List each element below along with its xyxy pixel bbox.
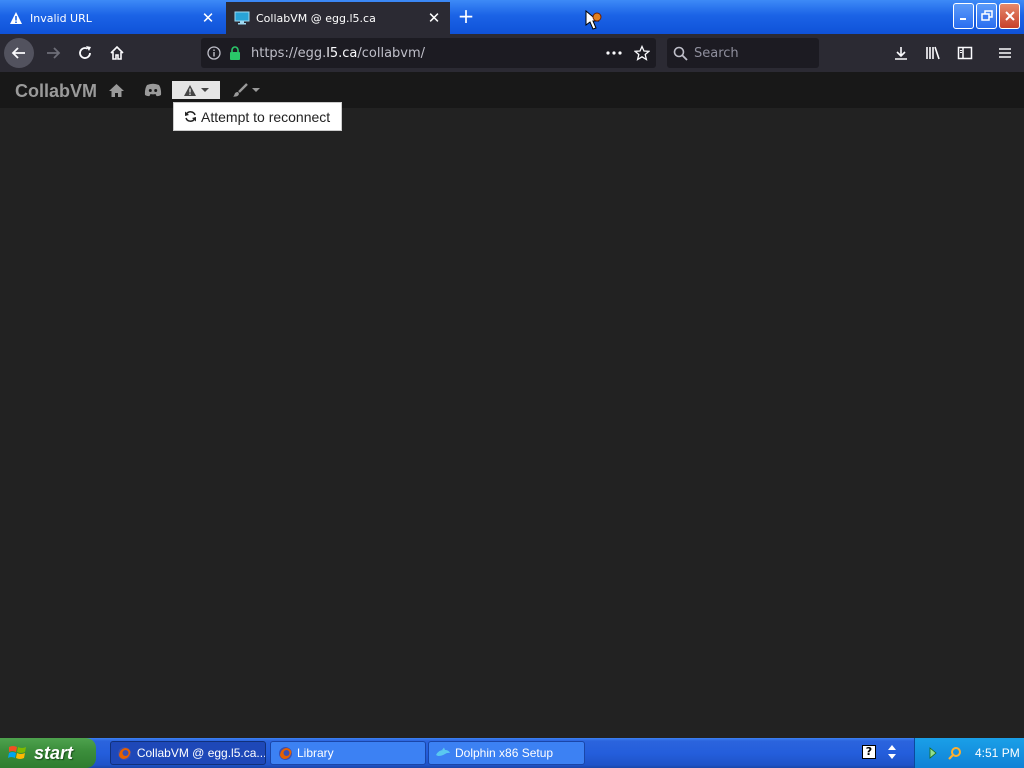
tab-collabvm[interactable]: CollabVM @ egg.l5.ca ✕ [226,2,450,34]
taskbar-item-collabvm[interactable]: CollabVM @ egg.l5.ca... [110,741,266,765]
home-icon[interactable] [107,80,125,100]
tab-invalid-url[interactable]: Invalid URL ✕ [0,2,224,34]
reconnect-menu-item[interactable]: Attempt to reconnect [173,102,342,131]
restore-button[interactable] [976,3,997,29]
url-bar[interactable]: https://egg.l5.ca/collabvm/ [201,38,656,68]
back-arrow-icon [11,47,25,59]
refresh-icon [184,110,197,123]
taskbar-item-dolphin-setup[interactable]: Dolphin x86 Setup [428,741,585,765]
firefox-icon [277,745,293,761]
close-tab-icon[interactable]: ✕ [200,10,216,26]
system-tray: 4:51 PM [914,738,1024,768]
search-icon [673,46,688,61]
search-box[interactable] [667,38,819,68]
collabvm-toolbar: CollabVM [0,72,1024,108]
close-window-button[interactable] [999,3,1020,29]
help-icon[interactable]: ? [862,745,876,759]
home-icon [110,45,124,60]
reconnect-label: Attempt to reconnect [201,108,331,125]
download-icon [895,47,907,60]
task-label: Library [297,746,334,760]
busy-cursor-icon [583,9,603,32]
hamburger-icon [999,48,1011,58]
reload-icon [79,46,91,59]
sidebar-icon [957,46,973,60]
magnifier-icon[interactable] [947,745,963,761]
task-label: Dolphin x86 Setup [455,746,554,760]
desktop: Invalid URL ✕ CollabVM @ egg.l5.ca ✕ + h… [0,0,1024,768]
url-text[interactable]: https://egg.l5.ca/collabvm/ [251,46,600,61]
search-input[interactable] [694,45,804,61]
lock-icon[interactable] [229,46,251,60]
status-dropdown-toggle[interactable] [172,81,220,99]
discord-icon[interactable] [143,80,163,100]
close-tab-icon[interactable]: ✕ [426,10,442,26]
forward-arrow-icon [47,47,61,59]
task-label: CollabVM @ egg.l5.ca... [136,746,265,760]
page-actions-icon[interactable] [600,51,628,55]
library-button[interactable] [918,38,948,68]
back-button[interactable] [4,38,34,68]
collabvm-brand[interactable]: CollabVM [15,81,97,102]
warning-icon [184,84,196,96]
downloads-button[interactable] [886,38,916,68]
menu-button[interactable] [990,38,1020,68]
windows-flag-icon [8,746,26,759]
start-label: start [34,742,74,763]
scroll-arrows-icon[interactable] [886,744,898,760]
caret-down-icon [252,88,260,92]
monitor-icon [234,10,250,26]
dolphin-icon [435,745,451,761]
caret-down-icon [201,88,209,92]
url-prefix: https://egg. [251,45,327,61]
theme-dropdown-toggle[interactable] [230,80,262,100]
forward-button[interactable] [38,38,68,68]
minimize-button[interactable] [953,3,974,29]
vm-display-area[interactable] [0,108,1024,738]
browser-titlebar: Invalid URL ✕ CollabVM @ egg.l5.ca ✕ + [0,0,1024,34]
home-button[interactable] [102,38,132,68]
window-controls [953,3,1020,29]
warning-icon [8,10,24,26]
start-button[interactable]: start [0,738,96,768]
network-icon[interactable] [927,745,943,761]
library-icon [926,46,940,60]
sidebar-button[interactable] [950,38,980,68]
clock[interactable]: 4:51 PM [975,746,1020,760]
reload-button[interactable] [70,38,100,68]
url-path: /collabvm/ [357,45,426,61]
tab-label: CollabVM @ egg.l5.ca [256,11,376,25]
info-icon[interactable] [207,46,229,60]
tab-label: Invalid URL [30,11,92,25]
taskbar-item-library[interactable]: Library [270,741,426,765]
url-host: l5.ca [326,45,358,61]
new-tab-button[interactable]: + [455,5,477,29]
navigation-toolbar: https://egg.l5.ca/collabvm/ [0,34,1024,72]
paintbrush-icon [233,83,248,97]
firefox-icon [117,745,133,761]
bookmark-star-icon[interactable] [628,45,656,61]
